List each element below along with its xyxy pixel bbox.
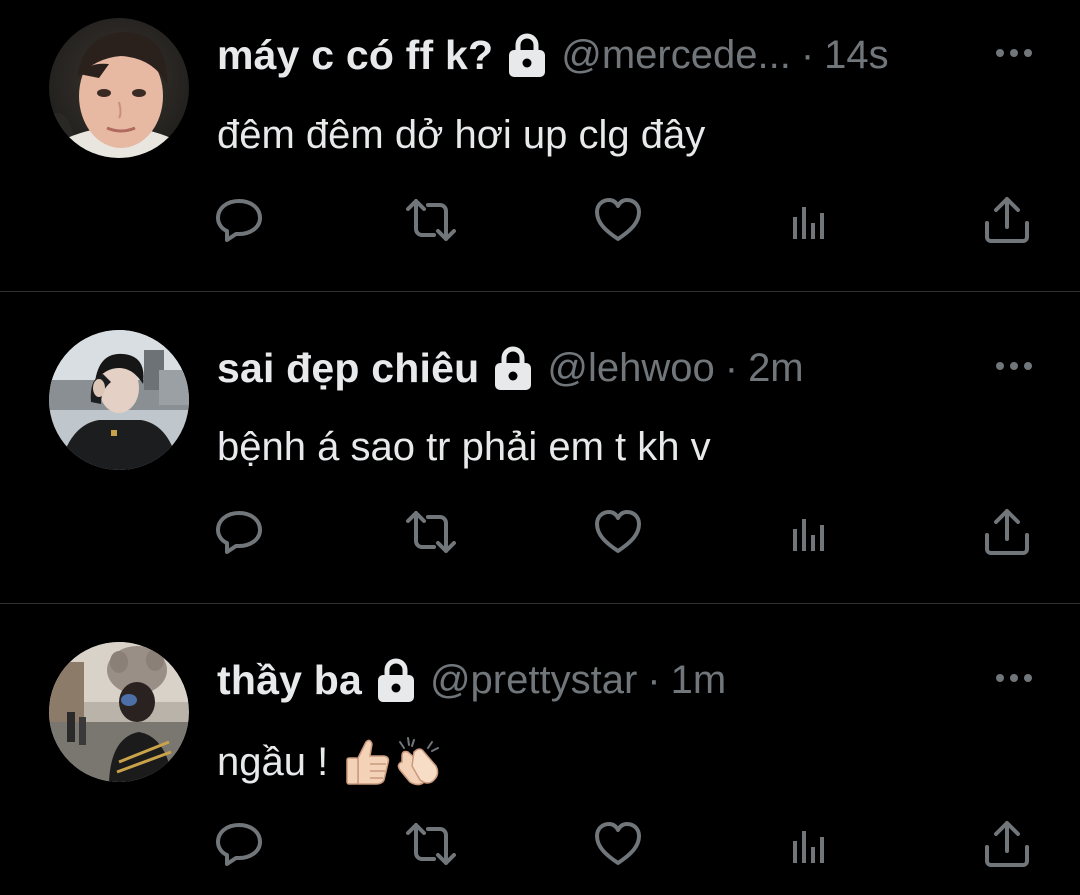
handle[interactable]: @lehwoo [547,346,714,391]
share-icon[interactable] [980,505,1034,559]
tweet-text-content: ngầu ! [217,739,329,784]
separator-dot: · [800,32,815,77]
retweet-icon[interactable] [404,193,458,247]
tweet-header: thầy ba @prettystar · 1m [217,650,726,710]
clapping-hands-emoji [394,736,442,788]
separator-dot: · [647,657,661,702]
separator-dot: · [724,345,739,390]
timestamp[interactable]: 1m [671,658,727,703]
views-icon[interactable] [783,193,837,247]
tweet-text-content: bệnh á sao tr phải em t kh v [217,424,711,469]
lock-icon [507,32,547,78]
timeline-feed: máy c có ff k? @mercede... · 14s đêm đêm… [0,0,1080,895]
display-name[interactable]: sai đẹp chiêu [217,345,479,392]
tweet-actions [0,505,1080,559]
tweet-text: bệnh á sao tr phải em t kh v [217,422,711,472]
share-icon[interactable] [980,193,1034,247]
tweet-header: máy c có ff k? @mercede... · 14s [217,25,889,85]
more-options-icon[interactable] [994,359,1034,371]
more-options-icon[interactable] [994,671,1034,683]
like-icon[interactable] [591,505,645,559]
tweet[interactable]: thầy ba @prettystar · 1m ngầu ! [0,604,1080,895]
avatar[interactable] [49,642,189,782]
like-icon[interactable] [591,817,645,871]
tweet[interactable]: máy c có ff k? @mercede... · 14s đêm đêm… [0,0,1080,291]
thumbs-up-emoji [344,736,392,788]
tweet[interactable]: sai đẹp chiêu @lehwoo · 2m bệnh á sao tr… [0,292,1080,603]
tweet-text: ngầu ! [217,734,442,790]
timestamp[interactable]: 14s [824,33,889,78]
timestamp[interactable]: 2m [748,346,804,391]
tweet-header: sai đẹp chiêu @lehwoo · 2m [217,338,804,398]
reply-icon[interactable] [212,193,266,247]
more-options-icon[interactable] [994,46,1034,58]
views-icon[interactable] [783,817,837,871]
handle[interactable]: @prettystar [430,658,637,703]
tweet-actions [0,193,1080,247]
views-icon[interactable] [783,505,837,559]
reply-icon[interactable] [212,817,266,871]
like-icon[interactable] [591,193,645,247]
lock-icon [376,657,416,703]
avatar[interactable] [49,18,189,158]
avatar[interactable] [49,330,189,470]
retweet-icon[interactable] [404,505,458,559]
tweet-text: đêm đêm dở hơi up clg đây [217,110,705,160]
tweet-actions [0,817,1080,871]
retweet-icon[interactable] [404,817,458,871]
display-name[interactable]: thầy ba [217,657,362,704]
handle[interactable]: @mercede... [561,33,791,78]
display-name[interactable]: máy c có ff k? [217,32,493,79]
tweet-text-content: đêm đêm dở hơi up clg đây [217,112,706,157]
reply-icon[interactable] [212,505,266,559]
share-icon[interactable] [980,817,1034,871]
lock-icon [493,345,533,391]
